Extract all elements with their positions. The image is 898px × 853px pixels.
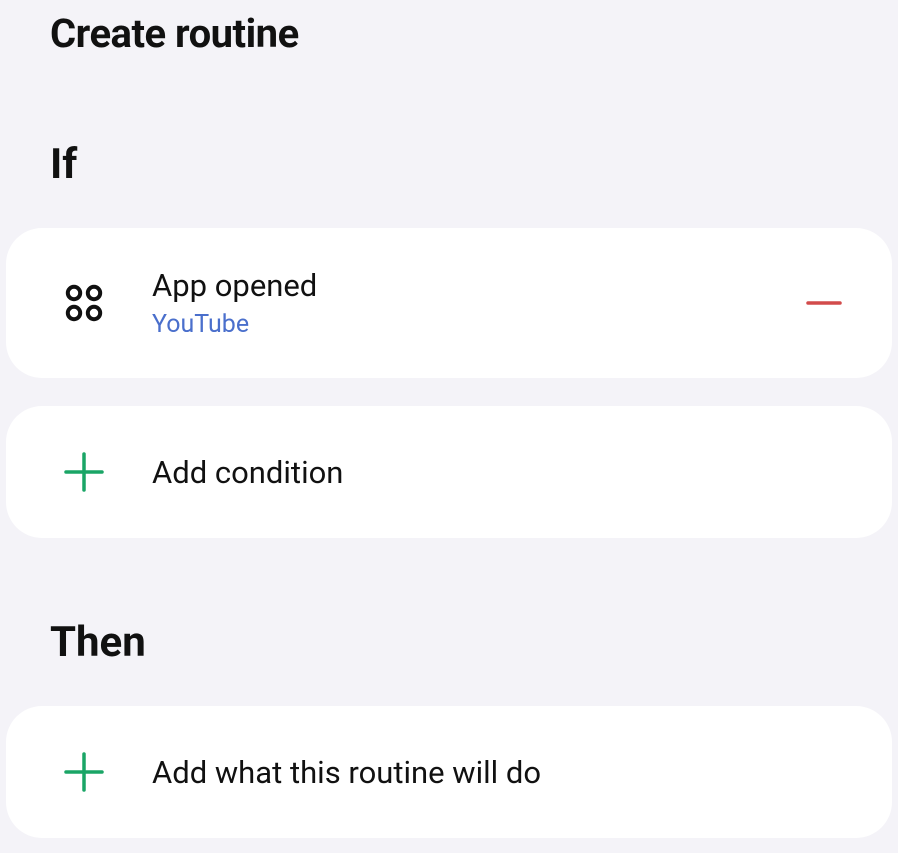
- add-action-text: Add what this routine will do: [152, 754, 852, 791]
- create-routine-page: Create routine If App opened YouTube: [0, 0, 898, 853]
- add-action-button[interactable]: Add what this routine will do: [6, 706, 892, 838]
- if-section-label: If: [50, 140, 77, 189]
- page-title: Create routine: [50, 10, 299, 57]
- condition-title: App opened: [152, 267, 796, 304]
- plus-icon: [56, 744, 112, 800]
- minus-icon: [802, 281, 846, 325]
- condition-row[interactable]: App opened YouTube: [6, 228, 892, 378]
- remove-condition-button[interactable]: [796, 275, 852, 331]
- apps-grid-icon: [56, 275, 112, 331]
- condition-text: App opened YouTube: [152, 267, 796, 339]
- add-condition-button[interactable]: Add condition: [6, 406, 892, 538]
- plus-icon: [56, 444, 112, 500]
- condition-subtitle: YouTube: [152, 310, 796, 339]
- add-action-label: Add what this routine will do: [152, 754, 852, 791]
- then-section-label: Then: [50, 618, 146, 667]
- add-condition-text: Add condition: [152, 454, 852, 491]
- add-condition-label: Add condition: [152, 454, 852, 491]
